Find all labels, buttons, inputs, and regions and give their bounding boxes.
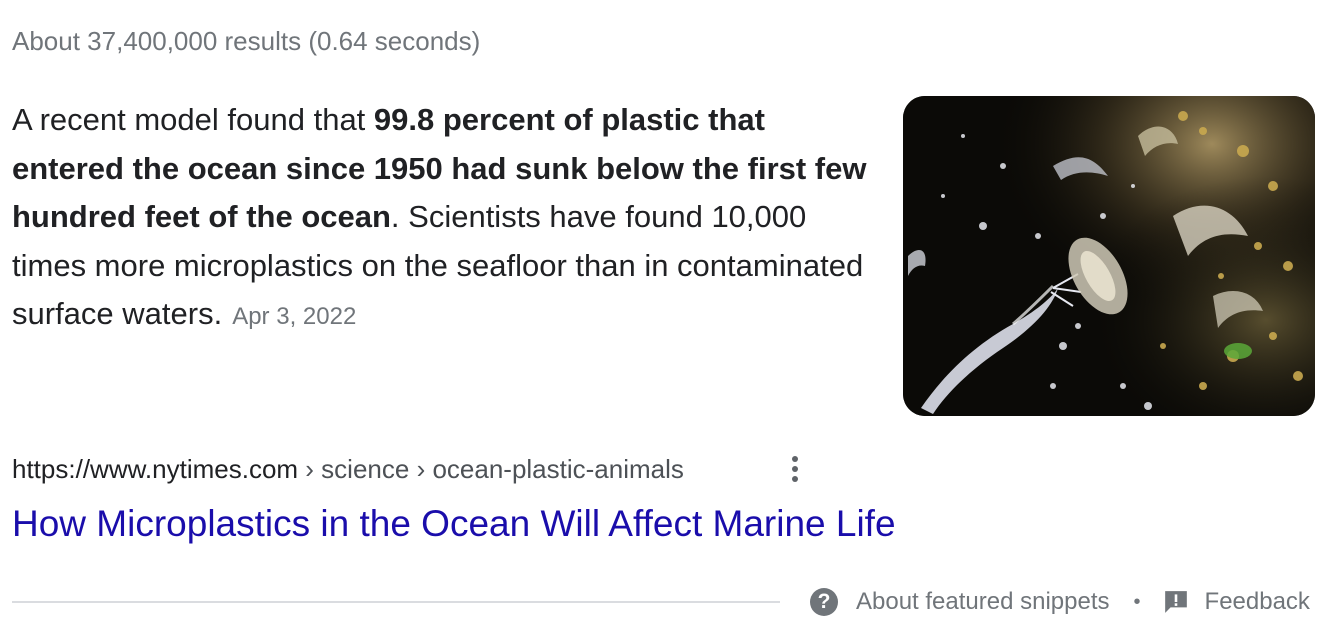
result-url[interactable]: https://www.nytimes.com › science › ocea… [12,450,684,488]
snippet-thumbnail-image[interactable] [903,96,1315,416]
feedback-link[interactable]: Feedback [1205,588,1310,616]
snippet-footer: ? About featured snippets • Feedback [810,584,1310,620]
dot [792,476,798,482]
vertical-dots-icon[interactable] [780,450,810,488]
dot [792,456,798,462]
dot [792,466,798,472]
about-featured-snippets-link[interactable]: About featured snippets [856,588,1110,616]
snippet-intro: A recent model found that [12,102,374,137]
feedback-exclamation-icon[interactable] [1163,589,1189,615]
question-mark-circle-icon[interactable]: ? [810,588,838,616]
results-stats: About 37,400,000 results (0.64 seconds) [12,26,481,56]
featured-snippet-text: A recent model found that 99.8 percent o… [12,96,872,342]
result-title-link[interactable]: How Microplastics in the Ocean Will Affe… [12,500,896,548]
footer-separator: • [1133,590,1141,613]
divider [12,601,780,603]
result-url-host: https://www.nytimes.com [12,454,299,484]
snippet-date: Apr 3, 2022 [232,303,357,330]
plankton-microplastics-image [903,96,1315,416]
featured-snippet-page: About 37,400,000 results (0.64 seconds) … [0,0,1334,642]
result-url-path: › science › ocean-plastic-animals [298,454,684,484]
